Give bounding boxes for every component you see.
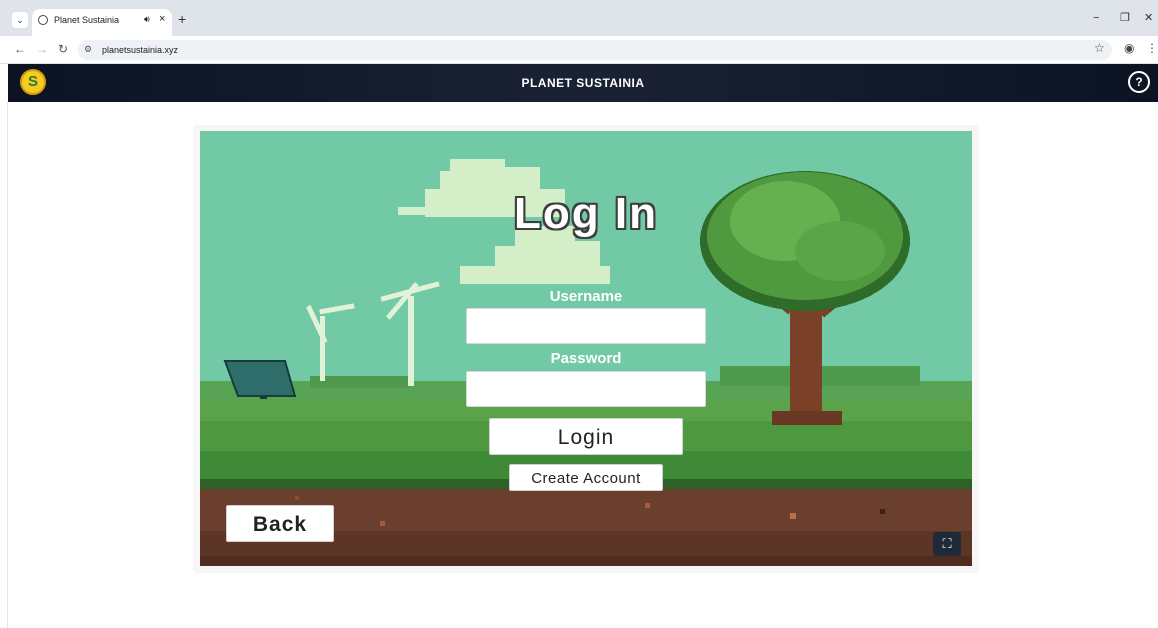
forward-arrow-icon[interactable]: → (36, 43, 48, 55)
new-tab-button[interactable]: + (178, 12, 186, 26)
username-label: Username (549, 288, 623, 305)
address-url[interactable]: planetsustainia.xyz (102, 45, 178, 55)
browser-menu-icon[interactable]: ⋮ (1146, 42, 1158, 54)
profile-icon[interactable]: ◉ (1124, 42, 1134, 54)
restore-icon[interactable]: ❐ (1120, 13, 1130, 24)
help-button[interactable]: ? (1128, 71, 1150, 93)
browser-tab[interactable]: Planet Sustainia 🔊︎ × (32, 9, 172, 36)
back-button[interactable]: Back (226, 505, 334, 542)
create-account-button[interactable]: Create Account (509, 464, 663, 491)
password-label: Password (550, 350, 622, 367)
tab-title: Planet Sustainia (54, 15, 120, 25)
username-field[interactable] (466, 308, 706, 344)
site-info-icon[interactable]: ⚙ (84, 44, 92, 55)
login-title: Log In (514, 189, 658, 238)
game-canvas[interactable]: Log In Username Password Login Create Ac… (200, 131, 972, 566)
login-button[interactable]: Login (489, 418, 683, 455)
browser-tab-strip: ⌄ Planet Sustainia 🔊︎ × + − ❐ ✕ (0, 0, 1158, 36)
bookmark-star-icon[interactable]: ☆ (1094, 42, 1105, 54)
reload-icon[interactable]: ↻ (58, 43, 68, 55)
address-bar[interactable]: ⚙ planetsustainia.xyz (78, 40, 1112, 60)
tab-search-button[interactable]: ⌄ (12, 12, 28, 28)
fullscreen-icon[interactable]: ⛶ (933, 532, 961, 556)
site-header: PLANET SUSTAINIA ? (8, 64, 1158, 102)
tab-close-icon[interactable]: × (159, 13, 165, 25)
password-field[interactable] (466, 371, 706, 407)
site-title: PLANET SUSTAINIA (521, 76, 645, 90)
back-arrow-icon[interactable]: ← (14, 43, 26, 55)
page-divider (7, 102, 8, 628)
audio-playing-icon[interactable]: 🔊︎ (144, 14, 150, 25)
window-close-icon[interactable]: ✕ (1144, 13, 1153, 24)
tab-favicon-icon (38, 15, 48, 25)
browser-toolbar: ← → ↻ ⚙ planetsustainia.xyz ☆ ◉ ⋮ (0, 36, 1158, 64)
minimize-icon[interactable]: − (1093, 13, 1099, 24)
